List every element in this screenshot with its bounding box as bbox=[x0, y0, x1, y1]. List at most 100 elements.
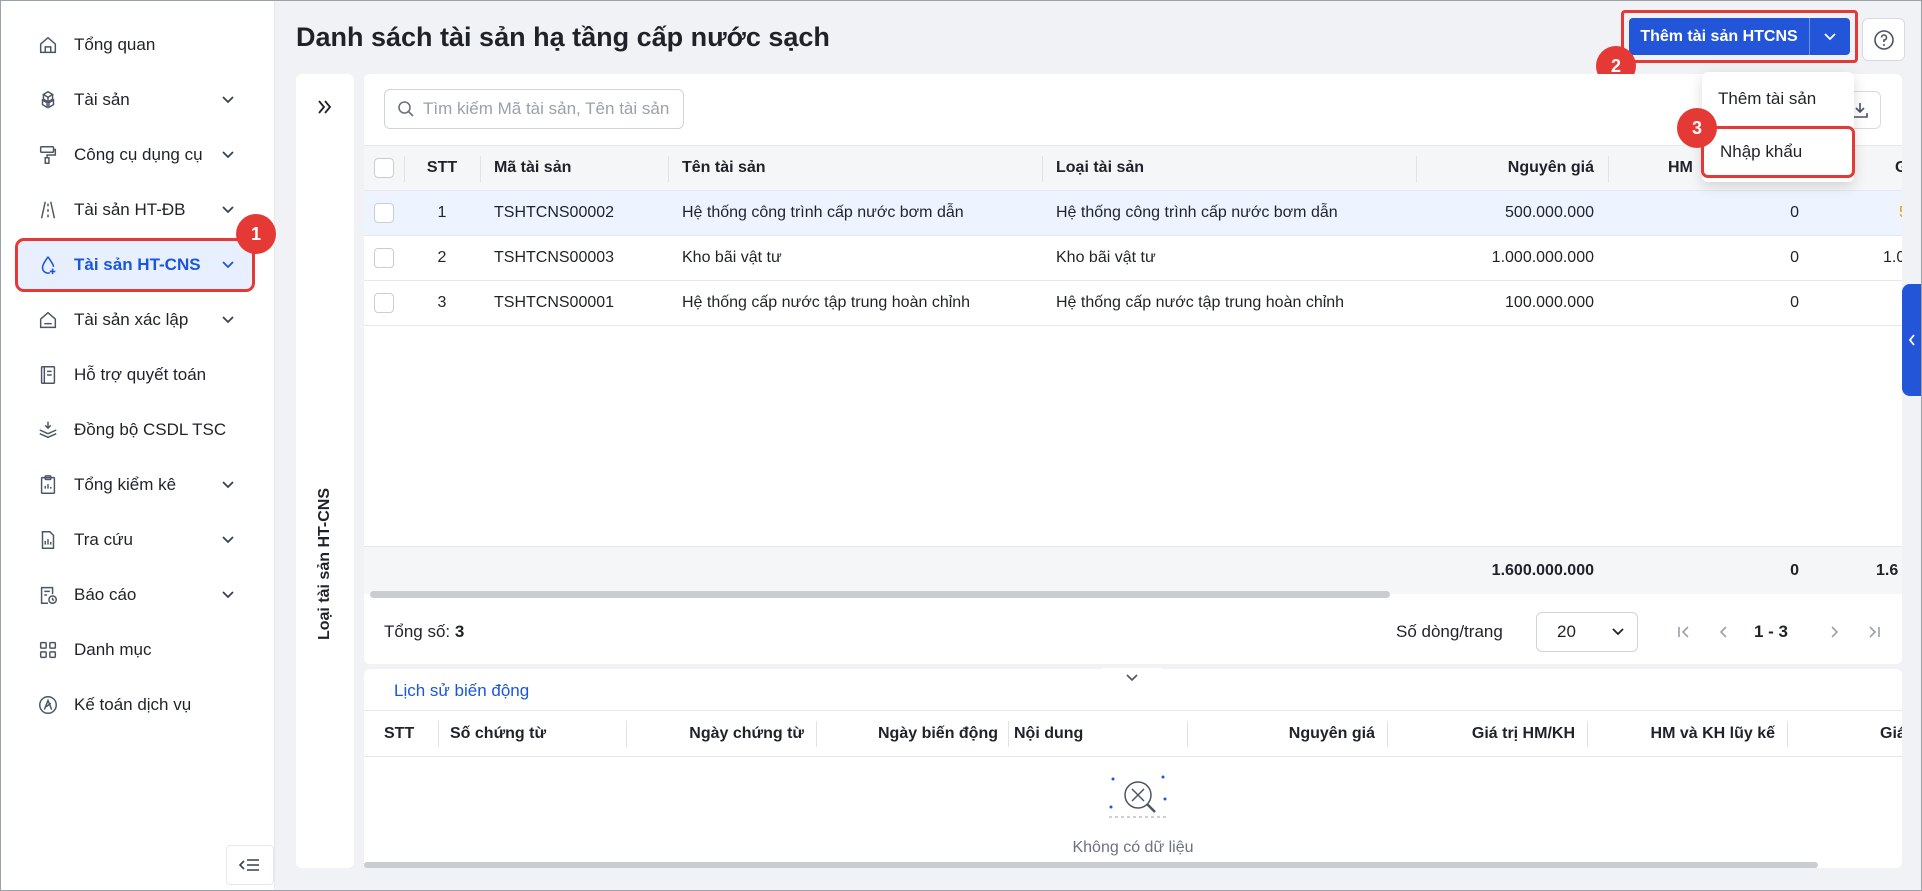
column-header: STT bbox=[426, 159, 458, 176]
sidebar-item-road-assets[interactable]: Tài sản HT-ĐB bbox=[18, 186, 252, 234]
sidebar-item-label: Tài sản xác lập bbox=[74, 310, 189, 329]
empty-data-icon bbox=[1109, 775, 1167, 818]
total-hm: 0 bbox=[1790, 561, 1799, 579]
horizontal-scrollbar[interactable] bbox=[370, 591, 1390, 598]
sidebar-item-label: Công cụ dụng cụ bbox=[74, 145, 203, 164]
sidebar-item-water-assets[interactable]: Tài sản HT-CNS bbox=[15, 238, 255, 292]
cubes-icon bbox=[36, 88, 60, 112]
total-value: 3 bbox=[454, 622, 465, 641]
row-price: 100.000.000 bbox=[1505, 294, 1594, 311]
chevron-down-icon bbox=[1612, 628, 1624, 636]
search-input[interactable] bbox=[423, 99, 673, 119]
select-all-checkbox[interactable] bbox=[374, 158, 394, 178]
sidebar-item-tools[interactable]: Công cụ dụng cụ bbox=[18, 131, 252, 179]
collapse-sidebar-button[interactable] bbox=[226, 845, 274, 885]
history-horizontal-scrollbar[interactable] bbox=[364, 862, 1818, 868]
add-button-highlight: Thêm tài sản HTCNS bbox=[1621, 10, 1858, 63]
asset-type-panel: Loại tài sản HT-CNS bbox=[296, 74, 354, 868]
chevron-down-icon bbox=[218, 310, 238, 330]
row-name: Hệ thống công trình cấp nước bơm dẫn bbox=[682, 204, 964, 221]
row-code: TSHTCNS00003 bbox=[494, 249, 615, 266]
step-badge: 1 bbox=[236, 214, 276, 254]
chevron-down-icon bbox=[218, 585, 238, 605]
sidebar-item-label: Hỗ trợ quyết toán bbox=[74, 365, 207, 384]
sidebar-item-label: Đồng bộ CSDL TSC bbox=[74, 420, 227, 439]
row-type: Kho bãi vật tư bbox=[1056, 249, 1156, 266]
sidebar-item-established-assets[interactable]: Tài sản xác lập bbox=[18, 296, 252, 344]
column-header: Ngày chứng từ bbox=[689, 724, 804, 742]
asset-type-label: Loại tài sản HT-CNS bbox=[316, 487, 333, 641]
panel-resize-handle[interactable] bbox=[1099, 668, 1165, 688]
chevron-down-icon bbox=[218, 200, 238, 220]
first-page-icon[interactable] bbox=[1674, 622, 1694, 642]
column-header: Nội dung bbox=[1014, 724, 1084, 742]
sidebar-item-catalog[interactable]: Danh mục bbox=[18, 626, 252, 674]
chevron-down-icon bbox=[218, 255, 238, 275]
chevron-down-icon bbox=[218, 475, 238, 495]
sidebar-item-overview[interactable]: Tổng quan bbox=[18, 21, 252, 69]
last-page-icon[interactable] bbox=[1864, 622, 1884, 642]
row-hm: 0 bbox=[1790, 249, 1799, 266]
house-icon bbox=[36, 308, 60, 332]
side-drawer-toggle[interactable] bbox=[1902, 284, 1922, 396]
sidebar-item-label: Tra cứu bbox=[74, 530, 133, 549]
row-code: TSHTCNS00001 bbox=[494, 294, 615, 311]
sidebar: Tổng quan Tài sản Công cụ dụng cụ Tài sả… bbox=[0, 0, 276, 891]
sidebar-item-label: Tài sản HT-CNS bbox=[74, 255, 201, 274]
rows-per-page-label: Số dòng/trang bbox=[1396, 622, 1503, 641]
menu-item-import[interactable]: Nhập khẩu bbox=[1701, 126, 1855, 178]
total-extra: 1.6 bbox=[1876, 561, 1899, 579]
sidebar-item-settlement-support[interactable]: Hỗ trợ quyết toán bbox=[18, 351, 252, 399]
row-stt: 3 bbox=[437, 294, 447, 311]
row-type: Hệ thống cấp nước tập trung hoàn chỉnh bbox=[1056, 294, 1345, 311]
row-stt: 1 bbox=[437, 204, 447, 221]
help-button[interactable] bbox=[1862, 18, 1905, 61]
chevron-down-icon bbox=[218, 90, 238, 110]
sidebar-item-inventory[interactable]: Tổng kiểm kê bbox=[18, 461, 252, 509]
column-header: Nguyên giá bbox=[1288, 724, 1375, 742]
prev-page-icon[interactable] bbox=[1714, 622, 1734, 642]
table-footer-totals: 1.600.000.000 0 1.6 bbox=[364, 546, 1902, 594]
asset-table-panel: STT Mã tài sản Tên tài sản Loại tài sản … bbox=[364, 74, 1902, 664]
chevron-left-icon bbox=[1908, 334, 1915, 346]
row-type: Hệ thống công trình cấp nước bơm dẫn bbox=[1056, 204, 1338, 221]
rows-per-page-select[interactable]: 20 bbox=[1536, 612, 1638, 652]
row-name: Kho bãi vật tư bbox=[682, 249, 782, 266]
sidebar-item-lookup[interactable]: Tra cứu bbox=[18, 516, 252, 564]
row-name: Hệ thống cấp nước tập trung hoàn chỉnh bbox=[682, 294, 971, 311]
tab-history[interactable]: Lịch sử biến động bbox=[394, 681, 529, 701]
row-checkbox[interactable] bbox=[374, 293, 394, 313]
chevron-down-icon bbox=[1126, 674, 1138, 682]
column-header: Giá bbox=[1880, 724, 1902, 742]
sidebar-item-label: Báo cáo bbox=[74, 585, 137, 604]
table-row[interactable]: 1 TSHTCNS00002 Hệ thống công trình cấp n… bbox=[364, 191, 1902, 236]
sidebar-item-assets[interactable]: Tài sản bbox=[18, 76, 252, 124]
row-checkbox[interactable] bbox=[374, 248, 394, 268]
sidebar-item-sync[interactable]: Đồng bộ CSDL TSC bbox=[18, 406, 252, 454]
road-icon bbox=[36, 198, 60, 222]
add-asset-dropdown-toggle[interactable] bbox=[1810, 18, 1850, 55]
table-row[interactable]: 2 TSHTCNS00003 Kho bãi vật tư Kho bãi vậ… bbox=[364, 236, 1902, 281]
next-page-icon[interactable] bbox=[1824, 622, 1844, 642]
row-code: TSHTCNS00002 bbox=[494, 204, 615, 221]
page-title: Danh sách tài sản hạ tầng cấp nước sạch bbox=[296, 22, 830, 52]
file-chart-icon bbox=[36, 528, 60, 552]
sidebar-item-label: Tài sản bbox=[74, 90, 130, 109]
chevron-down-icon bbox=[1824, 32, 1836, 40]
chevron-down-icon bbox=[218, 530, 238, 550]
row-price: 500.000.000 bbox=[1505, 204, 1594, 221]
sidebar-item-label: Danh mục bbox=[74, 640, 152, 659]
pagination: Tổng số: 3 Số dòng/trang 20 1 - 3 bbox=[364, 604, 1902, 660]
row-checkbox[interactable] bbox=[374, 203, 394, 223]
table-row[interactable]: 3 TSHTCNS00001 Hệ thống cấp nước tập tru… bbox=[364, 281, 1902, 326]
search-box bbox=[384, 89, 684, 129]
clipboard-icon bbox=[36, 473, 60, 497]
add-asset-button[interactable]: Thêm tài sản HTCNS bbox=[1629, 18, 1810, 55]
row-hm: 0 bbox=[1790, 204, 1799, 221]
expand-panel-icon[interactable] bbox=[314, 96, 336, 118]
collapse-icon bbox=[239, 859, 259, 871]
menu-item-add-asset[interactable]: Thêm tài sản bbox=[1702, 76, 1854, 122]
sidebar-item-reports[interactable]: Báo cáo bbox=[18, 571, 252, 619]
column-header: Tên tài sản bbox=[682, 159, 766, 176]
sidebar-item-accounting[interactable]: Kế toán dịch vụ bbox=[18, 681, 252, 729]
